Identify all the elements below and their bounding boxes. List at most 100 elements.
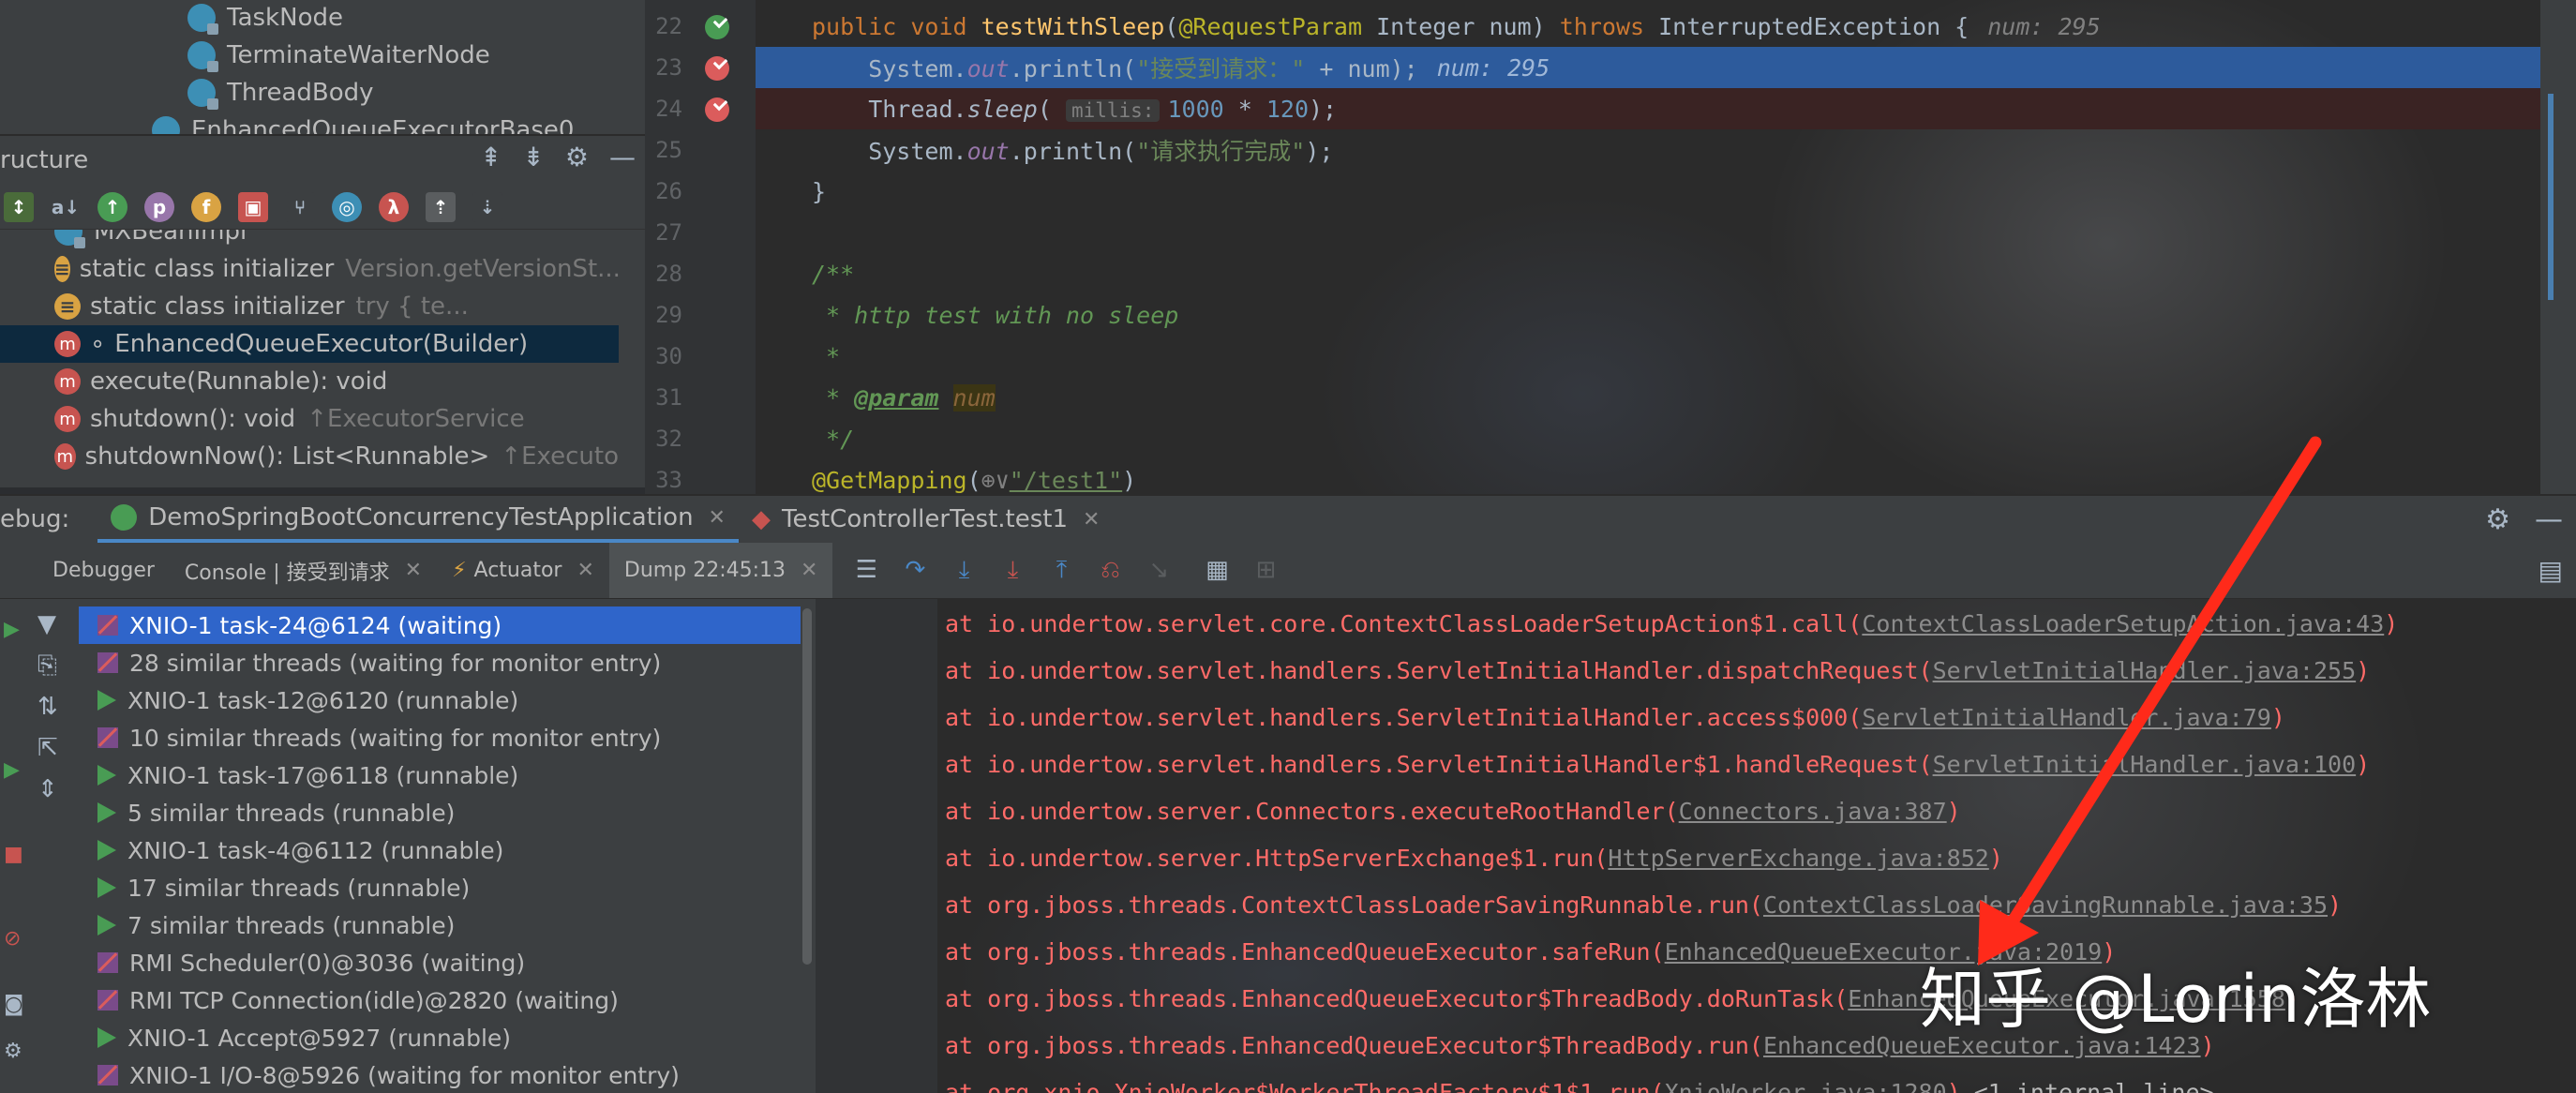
- gear-icon[interactable]: ⚙: [2485, 503, 2510, 536]
- code-editor[interactable]: 22 23 24 25 26 27 28 29 30 31 32 33 publ…: [645, 0, 2576, 494]
- close-icon[interactable]: ✕: [801, 559, 817, 582]
- close-icon[interactable]: ✕: [709, 506, 726, 530]
- source-link[interactable]: HttpServerExchange.java:852: [1608, 845, 1988, 872]
- code-line-31[interactable]: * @param num: [756, 377, 2576, 418]
- trace-icon[interactable]: ⊞: [1251, 556, 1281, 585]
- expand-all-icon[interactable]: ⇞: [480, 142, 502, 172]
- step-into-icon[interactable]: ⤓: [949, 556, 979, 585]
- tree-item-executorbase0[interactable]: EnhancedQueueExecutorBase0: [152, 112, 574, 134]
- editor-scrollbar[interactable]: [2548, 94, 2554, 300]
- tree-item-threadbody[interactable]: ThreadBody: [187, 75, 374, 111]
- autoscroll-to-source-icon[interactable]: ⇡: [426, 191, 456, 222]
- breakpoint-icon[interactable]: [705, 56, 729, 81]
- thread-row[interactable]: XNIO-1 task-12@6120 (runnable): [79, 681, 801, 719]
- step-over-icon[interactable]: ↷: [900, 556, 930, 585]
- code-line-32[interactable]: */: [756, 418, 2576, 459]
- structure-row[interactable]: m execute(Runnable): void: [0, 363, 619, 400]
- minimize-icon[interactable]: —: [2535, 503, 2563, 536]
- source-link[interactable]: ContextClassLoaderSetupAction.java:43: [1862, 610, 2384, 637]
- tab-debug-session-test[interactable]: ◆ TestControllerTest.test1 ✕: [739, 496, 1113, 543]
- frames-icon[interactable]: ☰: [851, 556, 881, 585]
- filter-icon[interactable]: ▼: [37, 610, 56, 638]
- code-line-25[interactable]: System.out.println("请求执行完成");: [756, 129, 2576, 171]
- thread-row[interactable]: 5 similar threads (runnable): [79, 794, 801, 831]
- thread-row[interactable]: XNIO-1 task-17@6118 (runnable): [79, 756, 801, 794]
- source-link[interactable]: Connectors.java:387: [1679, 798, 1947, 825]
- structure-row[interactable]: m shutdownNow(): List<Runnable> ↑Executo: [0, 438, 619, 475]
- code-line-24[interactable]: Thread.sleep( millis: 1000 * 120);: [756, 88, 2576, 129]
- thread-list-scrollbar[interactable]: [802, 608, 812, 965]
- structure-row[interactable]: MXBeanImpl: [0, 230, 619, 250]
- minimize-icon[interactable]: —: [609, 142, 636, 172]
- thread-row[interactable]: RMI TCP Connection(idle)@2820 (waiting): [79, 981, 801, 1019]
- method-run-icon[interactable]: [705, 15, 729, 39]
- thread-row[interactable]: XNIO-1 task-4@6112 (runnable): [79, 831, 801, 869]
- sort-visibility-icon[interactable]: ↕: [4, 191, 34, 222]
- thread-row[interactable]: XNIO-1 Accept@5927 (runnable): [79, 1019, 801, 1056]
- tree-item-tasknode[interactable]: TaskNode: [187, 0, 343, 36]
- breakpoint-icon[interactable]: [705, 97, 729, 122]
- collapse-all-icon[interactable]: ⇟: [522, 142, 544, 172]
- lambda-icon[interactable]: λ: [379, 191, 409, 222]
- structure-row[interactable]: ≡ static class initializer try { te...: [0, 288, 619, 325]
- thread-list[interactable]: XNIO-1 task-24@6124 (waiting) 28 similar …: [79, 599, 816, 1093]
- force-step-into-icon[interactable]: ⤓: [997, 556, 1027, 585]
- copy-icon[interactable]: ⎘: [37, 651, 57, 681]
- tab-debug-session-app[interactable]: DemoSpringBootConcurrencyTestApplication…: [97, 496, 739, 543]
- source-link[interactable]: XnioWorker.java:1280: [1665, 1079, 1947, 1093]
- tab-actuator[interactable]: ⚡ Actuator ✕: [437, 543, 609, 598]
- tab-debugger[interactable]: Debugger: [37, 543, 170, 598]
- close-icon[interactable]: ✕: [405, 559, 422, 582]
- export-icon[interactable]: ⇱: [37, 734, 58, 762]
- structure-row-selected[interactable]: m ∘ EnhancedQueueExecutor(Builder): [0, 325, 619, 363]
- rerun-icon[interactable]: ▶: [4, 758, 20, 782]
- code-line-26[interactable]: }: [756, 171, 2576, 212]
- code-line-30[interactable]: *: [756, 336, 2576, 377]
- sort-alpha-icon[interactable]: a↓: [51, 191, 81, 222]
- inherited-icon[interactable]: ↑: [97, 191, 127, 222]
- thread-row[interactable]: 10 similar threads (waiting for monitor …: [79, 719, 801, 756]
- resume-icon[interactable]: ▶: [4, 618, 20, 641]
- internal-lines-note[interactable]: <1 internal line>: [1974, 1079, 2214, 1093]
- thread-row[interactable]: 7 similar threads (runnable): [79, 906, 801, 944]
- thread-row[interactable]: 17 similar threads (runnable): [79, 869, 801, 906]
- layout-icon[interactable]: ▤: [2539, 555, 2563, 586]
- thread-row[interactable]: RMI Scheduler(0)@3036 (waiting): [79, 944, 801, 981]
- camera-icon[interactable]: ◙: [4, 993, 23, 1016]
- drop-frame-icon[interactable]: ⎌: [1095, 556, 1125, 585]
- tab-console[interactable]: Console | 接受到请求 ✕: [170, 543, 437, 598]
- code-line-33[interactable]: @GetMapping(⊕∨"/test1"): [756, 459, 2576, 494]
- run-to-cursor-icon[interactable]: ↘: [1144, 556, 1174, 585]
- autoscroll-from-source-icon[interactable]: ⇣: [472, 191, 502, 222]
- tree-item-terminatewaiternode[interactable]: TerminateWaiterNode: [187, 37, 490, 73]
- stop-icon[interactable]: ■: [4, 843, 23, 866]
- mute-breakpoints-icon[interactable]: ⊘: [4, 927, 21, 951]
- source-link[interactable]: ServletInitialHandler.java:100: [1933, 751, 2357, 778]
- thread-row[interactable]: XNIO-1 I/O-8@5926 (waiting for monitor e…: [79, 1056, 801, 1093]
- code-line-28[interactable]: /**: [756, 253, 2576, 294]
- code-line-23-execution-point[interactable]: System.out.println("接受到请求：" + num); num:…: [756, 47, 2576, 88]
- structure-row[interactable]: m shutdown(): void ↑ExecutorService: [0, 400, 619, 438]
- code-line-22[interactable]: public void testWithSleep(@RequestParam …: [756, 6, 2576, 47]
- source-link[interactable]: ServletInitialHandler.java:255: [1933, 657, 2357, 684]
- anonymous-class-icon[interactable]: ◎: [332, 191, 362, 222]
- properties-icon[interactable]: p: [144, 191, 174, 222]
- close-icon[interactable]: ✕: [1083, 508, 1100, 532]
- thread-row[interactable]: XNIO-1 task-24@6124 (waiting): [79, 606, 801, 644]
- evaluate-icon[interactable]: ▦: [1202, 556, 1232, 585]
- hierarchy-icon[interactable]: ⑂: [285, 191, 315, 222]
- fields-icon[interactable]: f: [191, 191, 221, 222]
- source-link[interactable]: ServletInitialHandler.java:79: [1862, 704, 2271, 731]
- sort-icon[interactable]: ⇅: [37, 693, 58, 721]
- lock-icon[interactable]: ▣: [238, 191, 268, 222]
- tab-dump[interactable]: Dump 22:45:13 ✕: [608, 543, 833, 598]
- collapse-icon[interactable]: ⇕: [37, 775, 58, 803]
- source-link[interactable]: ContextClassLoaderSavingRunnable.java:35: [1763, 891, 2328, 919]
- thread-row[interactable]: 28 similar threads (waiting for monitor …: [79, 644, 801, 681]
- structure-row[interactable]: ≡ static class initializer Version.getVe…: [0, 250, 621, 288]
- code-line-29[interactable]: * http test with no sleep: [756, 294, 2576, 336]
- gear-icon[interactable]: ⚙: [565, 142, 589, 172]
- step-out-icon[interactable]: ⤒: [1046, 556, 1076, 585]
- close-icon[interactable]: ✕: [577, 559, 593, 582]
- settings-icon[interactable]: ⚙: [4, 1040, 22, 1063]
